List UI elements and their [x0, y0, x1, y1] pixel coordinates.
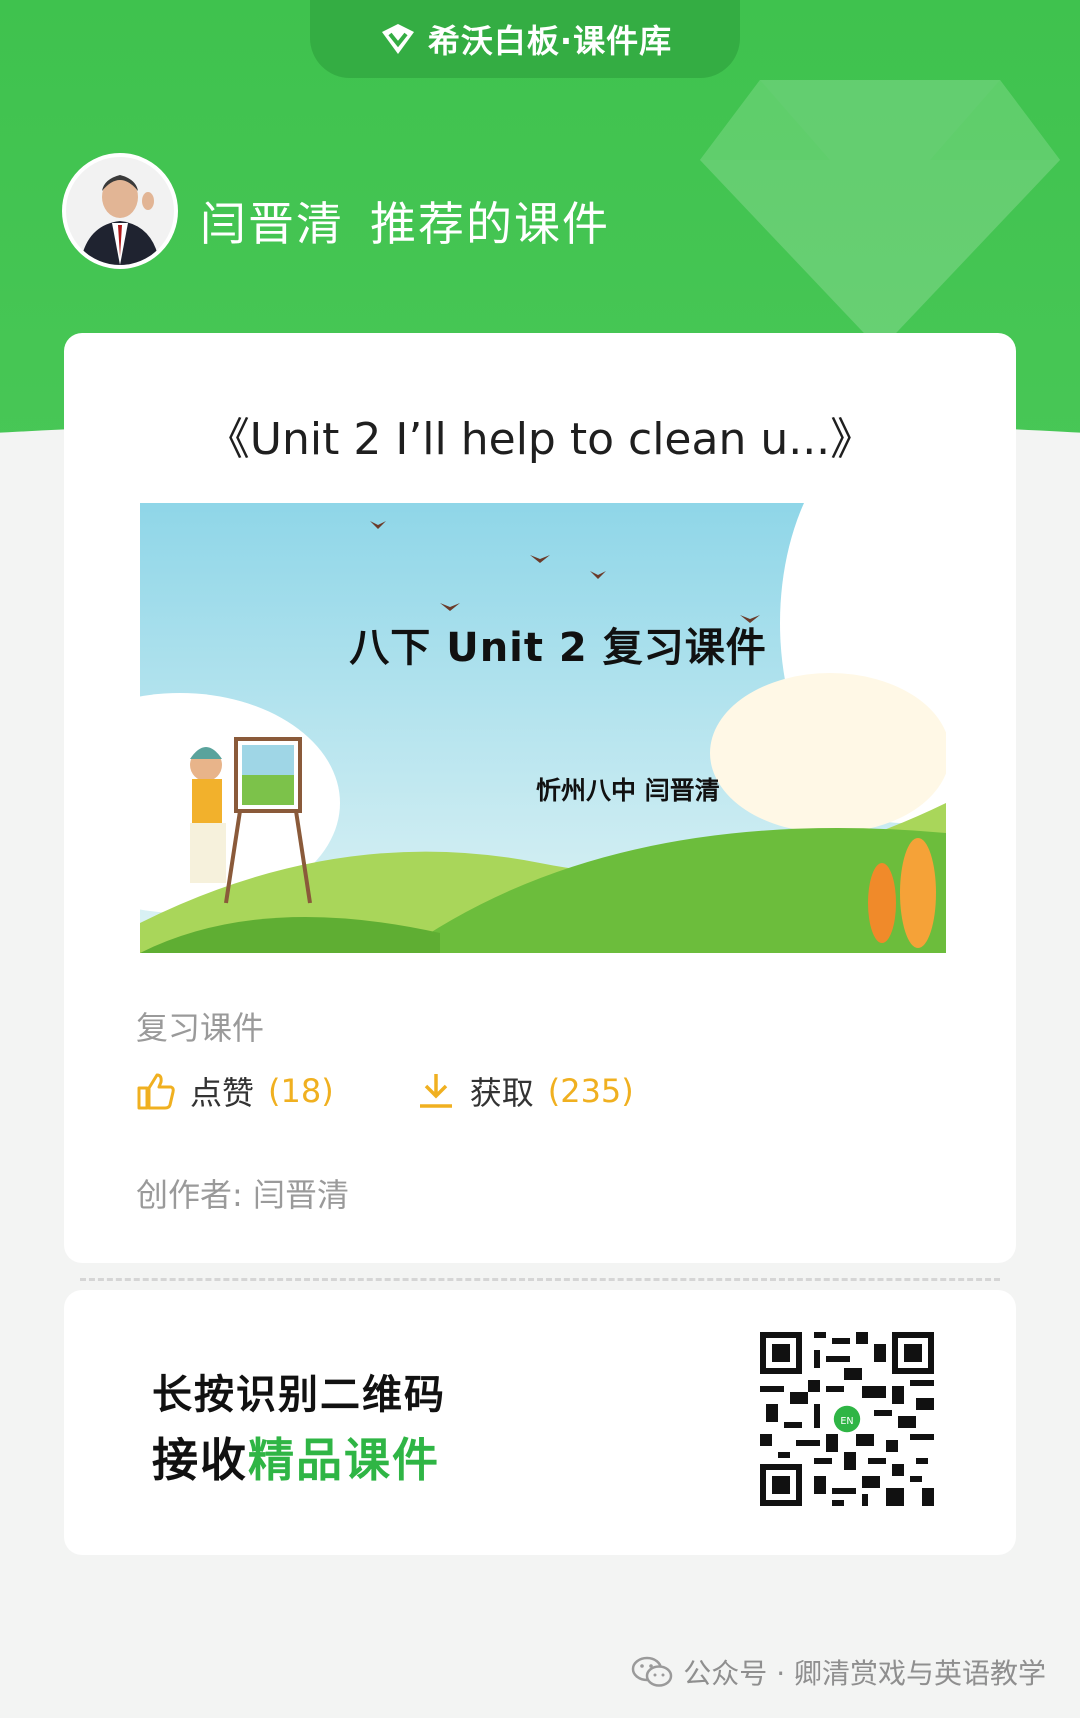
like-button[interactable]: 点赞 (18) — [136, 1068, 334, 1114]
person-icon — [66, 157, 174, 265]
thumbs-up-icon — [137, 1073, 175, 1110]
like-count: (18) — [268, 1072, 334, 1110]
recommend-suffix: 推荐的课件 — [370, 197, 610, 251]
courseware-cover[interactable]: 八下 Unit 2 复习课件 忻州八中 闫晋清 — [140, 503, 946, 953]
qr-card: 长按识别二维码 接收精品课件 EN — [64, 1290, 1016, 1555]
courseware-card: 《Unit 2 I’ll help to clean u...》 八下 Unit… — [64, 333, 1016, 1263]
cover-title: 八下 Unit 2 复习课件 — [349, 625, 767, 671]
dashed-divider — [80, 1278, 1000, 1281]
qr-code[interactable]: EN — [760, 1332, 934, 1506]
courseware-tag: 复习课件 — [136, 1009, 265, 1047]
footer-text: 公众号 · 卿清赏戏与英语教学 — [683, 1657, 1046, 1690]
author-avatar[interactable] — [62, 153, 178, 269]
download-icon — [419, 1074, 452, 1108]
qr-instruction: 长按识别二维码 — [152, 1372, 446, 1418]
creator-name: 闫晋清 — [252, 1176, 349, 1214]
author-name: 闫晋清 — [200, 197, 344, 251]
get-label: 获取 — [469, 1074, 534, 1112]
qr-receive-prefix: 接收 — [152, 1433, 248, 1487]
get-button[interactable]: 获取 (235) — [416, 1068, 634, 1114]
diamond-decoration-icon — [700, 80, 1060, 350]
like-label: 点赞 — [190, 1074, 255, 1112]
recommend-line: 闫晋清 推荐的课件 — [200, 188, 610, 254]
cover-illustration — [140, 503, 946, 953]
get-count: (235) — [547, 1072, 634, 1110]
seewo-logo-icon — [381, 24, 414, 54]
cover-subtitle: 忻州八中 闫晋清 — [536, 776, 720, 805]
brand-bar: 希沃白板·课件库 — [310, 0, 740, 78]
courseware-title[interactable]: 《Unit 2 I’ll help to clean u...》 — [64, 403, 1016, 467]
qr-receive-highlight: 精品课件 — [248, 1433, 440, 1487]
qr-center-badge: EN — [840, 1416, 853, 1427]
footer-watermark: 公众号 · 卿清赏戏与英语教学 — [631, 1652, 1046, 1692]
creator-line: 创作者: 闫晋清 — [136, 1170, 349, 1216]
stats-row: 点赞 (18) 获取 (235) — [136, 1068, 634, 1114]
brand-title: 希沃白板·课件库 — [427, 22, 673, 60]
qr-receive-line: 接收精品课件 — [152, 1424, 440, 1490]
wechat-icon — [632, 1656, 673, 1687]
creator-label: 创作者: — [136, 1176, 243, 1214]
